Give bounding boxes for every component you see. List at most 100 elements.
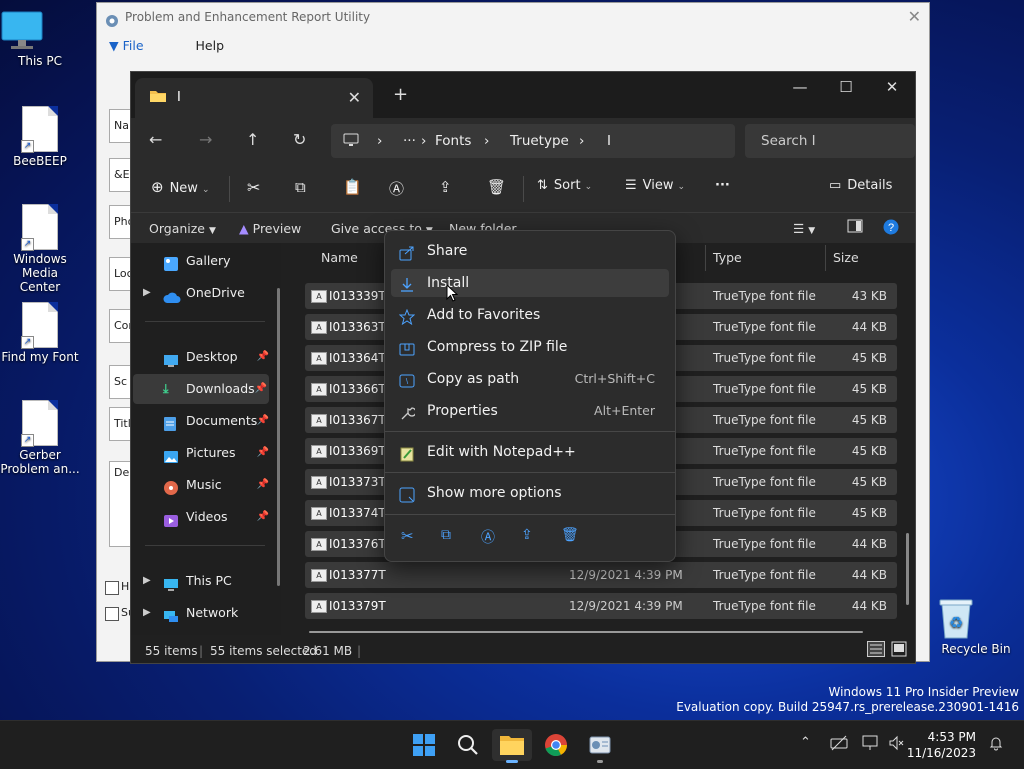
menu-file[interactable]: ▼ File	[109, 38, 168, 53]
nav-scrollbar[interactable]	[277, 288, 280, 586]
sort-button[interactable]: ⇅ Sort ⌄	[537, 178, 592, 193]
back-arrow-icon[interactable]: ←	[149, 130, 162, 149]
vertical-scrollbar[interactable]	[906, 533, 909, 605]
menu-item-properties[interactable]: Properties Alt+Enter	[391, 397, 669, 425]
checkbox-ha[interactable]	[105, 581, 119, 595]
nav-item-this-pc[interactable]: ▶ This PC	[131, 566, 271, 596]
pin-icon[interactable]: 📌	[257, 342, 269, 372]
pin-icon[interactable]: 📌	[257, 406, 269, 436]
minimize-button[interactable]: —	[777, 78, 823, 96]
network-status-icon[interactable]	[862, 735, 880, 755]
font-file-icon: A	[311, 569, 327, 582]
details-view-icon[interactable]	[867, 641, 885, 660]
nav-item-music[interactable]: Music 📌	[131, 470, 271, 500]
tiles-view-icon[interactable]	[891, 641, 907, 660]
system-clock[interactable]: 4:53 PM 11/16/2023	[907, 729, 976, 761]
table-row[interactable]: A I013377T 12/9/2021 4:39 PM TrueType font …	[305, 562, 897, 588]
nav-item-videos[interactable]: Videos 📌	[131, 502, 271, 532]
maximize-button[interactable]: ☐	[823, 78, 869, 96]
cut-icon[interactable]: ✂	[401, 527, 414, 545]
copy-icon[interactable]: ⧉	[441, 527, 451, 543]
desktop-icon-recycle-bin[interactable]: ♻ Recycle Bin	[936, 596, 1016, 656]
menu-help[interactable]: Help	[196, 38, 225, 53]
start-button[interactable]	[404, 729, 444, 761]
nav-item-network[interactable]: ▶ Network	[131, 598, 271, 628]
menu-item-add-to-favorites[interactable]: Add to Favorites	[391, 301, 669, 329]
breadcrumb-i[interactable]: I	[607, 133, 611, 149]
new-tab-button[interactable]: +	[393, 84, 408, 105]
desktop-icon-beebeep[interactable]: ↗ BeeBEEP	[0, 106, 80, 168]
preview-button[interactable]: ▲ Preview	[239, 221, 301, 236]
cut-icon[interactable]: ✂	[247, 178, 260, 197]
rename-icon[interactable]: Ⓐ	[389, 178, 404, 199]
utility-close-button[interactable]: ✕	[908, 3, 921, 31]
column-header-type[interactable]: Type	[713, 243, 742, 273]
menu-item-share[interactable]: Share	[391, 237, 669, 265]
delete-icon[interactable]: 🗑	[561, 527, 579, 543]
up-arrow-icon[interactable]: ↑	[246, 130, 259, 149]
nav-item-documents[interactable]: Documents 📌	[131, 406, 271, 436]
desktop-icon-windows-media-center[interactable]: ↗ Windows Media Center	[0, 204, 80, 294]
menu-item-show-more-options[interactable]: Show more options	[391, 479, 669, 507]
search-button[interactable]	[448, 729, 488, 761]
share-icon[interactable]: ⇪	[521, 527, 533, 543]
search-box[interactable]: Search I	[745, 124, 915, 158]
address-ellipsis[interactable]: ···	[403, 133, 416, 149]
utility-title-bar[interactable]: Problem and Enhancement Report Utility ✕	[97, 3, 929, 31]
taskbar-report-utility[interactable]	[580, 729, 620, 763]
menu-item-install[interactable]: Install	[391, 269, 669, 297]
notifications-bell-icon[interactable]	[988, 735, 1004, 755]
breadcrumb-truetype[interactable]: Truetype	[510, 133, 569, 149]
change-view-icon[interactable]: ☰ ▼	[793, 221, 815, 236]
volume-muted-icon[interactable]	[888, 735, 904, 755]
file-size: 45 KB	[851, 444, 887, 458]
details-button[interactable]: ▭ Details	[829, 178, 892, 193]
file-type: TrueType font file	[713, 413, 816, 427]
column-header-size[interactable]: Size	[833, 243, 859, 273]
pin-icon[interactable]: 📌	[257, 502, 269, 532]
pin-icon[interactable]: 📌	[255, 374, 267, 404]
close-button[interactable]: ✕	[869, 78, 915, 96]
taskbar-chrome[interactable]	[536, 729, 576, 761]
delete-icon[interactable]: 🗑	[487, 178, 506, 196]
network-disconnected-icon[interactable]	[830, 735, 848, 755]
file-type: TrueType font file	[713, 320, 816, 334]
view-button[interactable]: ☰ View ⌄	[625, 178, 685, 193]
chevron-up-icon[interactable]: ⌃	[800, 735, 811, 750]
tab-close-button[interactable]: ✕	[348, 88, 361, 107]
nav-item-onedrive[interactable]: ▶ OneDrive	[131, 278, 271, 308]
forward-arrow-icon[interactable]: →	[199, 130, 212, 149]
horizontal-scrollbar[interactable]	[309, 631, 863, 633]
nav-item-pictures[interactable]: Pictures 📌	[131, 438, 271, 468]
copy-icon[interactable]: ⧉	[295, 178, 306, 196]
organize-button[interactable]: Organize ▼	[149, 221, 216, 236]
pin-icon[interactable]: 📌	[257, 470, 269, 500]
desktop-icon-this-pc[interactable]: This PC	[0, 10, 80, 68]
menu-item-compress-zip[interactable]: Compress to ZIP file	[391, 333, 669, 361]
pin-icon[interactable]: 📌	[257, 438, 269, 468]
checkbox-su[interactable]	[105, 607, 119, 621]
column-header-name[interactable]: Name	[321, 243, 358, 273]
refresh-icon[interactable]: ↻	[293, 130, 306, 149]
preview-pane-icon[interactable]	[847, 219, 863, 236]
desktop-icon-find-my-font[interactable]: ↗ Find my Font	[0, 302, 80, 364]
share-icon[interactable]: ⇪	[439, 178, 452, 196]
nav-item-gallery[interactable]: Gallery	[131, 246, 271, 276]
new-button[interactable]: ⊕ New ⌄	[151, 178, 209, 196]
utility-menu-bar: ▼ File Help	[97, 31, 929, 61]
menu-item-copy-as-path[interactable]: \ Copy as path Ctrl+Shift+C	[391, 365, 669, 393]
menu-item-edit-notepad[interactable]: Edit with Notepad++	[391, 438, 669, 466]
rename-icon[interactable]: Ⓐ	[481, 527, 495, 547]
more-options-button[interactable]: ···	[715, 178, 730, 193]
table-row[interactable]: A I013379T 12/9/2021 4:39 PM TrueType font …	[305, 593, 897, 619]
mouse-cursor-icon	[446, 283, 459, 306]
address-bar[interactable]: › ··· › Fonts › Truetype › I	[331, 124, 735, 158]
nav-item-downloads[interactable]: ⤓ Downloads 📌	[133, 374, 269, 404]
tab-folder-i[interactable]: I ✕	[135, 78, 373, 118]
nav-item-desktop[interactable]: Desktop 📌	[131, 342, 271, 372]
desktop-icon-gerber[interactable]: ↗ Gerber Problem an...	[0, 400, 80, 476]
paste-icon[interactable]: 📋	[343, 178, 362, 196]
breadcrumb-fonts[interactable]: Fonts	[435, 133, 471, 149]
help-icon[interactable]: ?	[883, 219, 899, 238]
taskbar-file-explorer[interactable]	[492, 729, 532, 763]
